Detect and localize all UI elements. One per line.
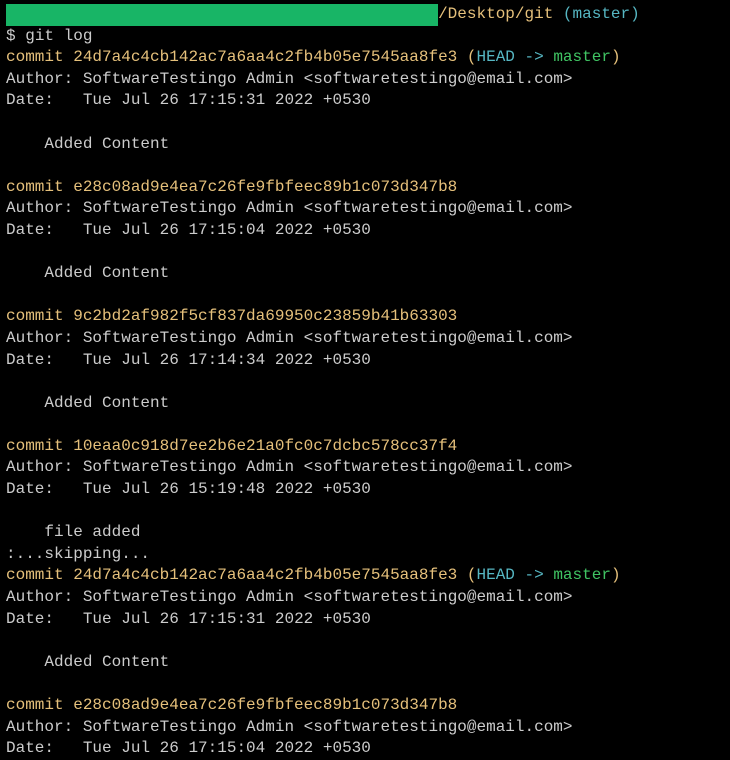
author-line: Author: SoftwareTestingo Admin <software…	[6, 588, 573, 606]
prompt-branch: (master)	[563, 5, 640, 23]
commit-hash: 24d7a4c4cb142ac7a6aa4c2fb4b05e7545aa8fe3	[73, 48, 457, 66]
refs-open: (	[467, 566, 477, 584]
date-line: Date: Tue Jul 26 17:14:34 2022 +0530	[6, 351, 371, 369]
head-ref: HEAD ->	[477, 566, 544, 584]
commit-label: commit	[6, 696, 64, 714]
commit-label: commit	[6, 566, 64, 584]
commit-message: Added Content	[44, 394, 169, 412]
branch-ref: master	[553, 566, 611, 584]
date-line: Date: Tue Jul 26 17:15:31 2022 +0530	[6, 91, 371, 109]
branch-ref: master	[553, 48, 611, 66]
commit-label: commit	[6, 437, 64, 455]
commit-hash: 24d7a4c4cb142ac7a6aa4c2fb4b05e7545aa8fe3	[73, 566, 457, 584]
date-line: Date: Tue Jul 26 17:15:04 2022 +0530	[6, 221, 371, 239]
prompt-path: /Desktop/git	[438, 5, 553, 23]
commit-hash: 10eaa0c918d7ee2b6e21a0fc0c7dcbc578cc37f4	[73, 437, 457, 455]
commit-label: commit	[6, 48, 64, 66]
author-line: Author: SoftwareTestingo Admin <software…	[6, 199, 573, 217]
author-line: Author: SoftwareTestingo Admin <software…	[6, 458, 573, 476]
commit-message: file added	[44, 523, 140, 541]
commit-hash: 9c2bd2af982f5cf837da69950c23859b41b63303	[73, 307, 457, 325]
commit-label: commit	[6, 307, 64, 325]
prompt-bg	[6, 4, 438, 26]
pager-skipping: :...skipping...	[6, 545, 150, 563]
commit-hash: e28c08ad9e4ea7c26fe9fbfeec89b1c073d347b8	[73, 178, 457, 196]
refs-close: )	[611, 566, 621, 584]
terminal-output[interactable]: /Desktop/git (master) $ git log commit 2…	[6, 4, 724, 760]
commit-message: Added Content	[44, 135, 169, 153]
date-line: Date: Tue Jul 26 17:15:31 2022 +0530	[6, 610, 371, 628]
commit-label: commit	[6, 178, 64, 196]
prompt-dollar: $	[6, 27, 16, 45]
commit-message: Added Content	[44, 653, 169, 671]
refs-close: )	[611, 48, 621, 66]
commit-message: Added Content	[44, 264, 169, 282]
date-line: Date: Tue Jul 26 15:19:48 2022 +0530	[6, 480, 371, 498]
refs-open: (	[467, 48, 477, 66]
author-line: Author: SoftwareTestingo Admin <software…	[6, 329, 573, 347]
head-ref: HEAD ->	[477, 48, 544, 66]
commit-hash: e28c08ad9e4ea7c26fe9fbfeec89b1c073d347b8	[73, 696, 457, 714]
author-line: Author: SoftwareTestingo Admin <software…	[6, 718, 573, 736]
date-line: Date: Tue Jul 26 17:15:04 2022 +0530	[6, 739, 371, 757]
command-text: git log	[25, 27, 92, 45]
author-line: Author: SoftwareTestingo Admin <software…	[6, 70, 573, 88]
